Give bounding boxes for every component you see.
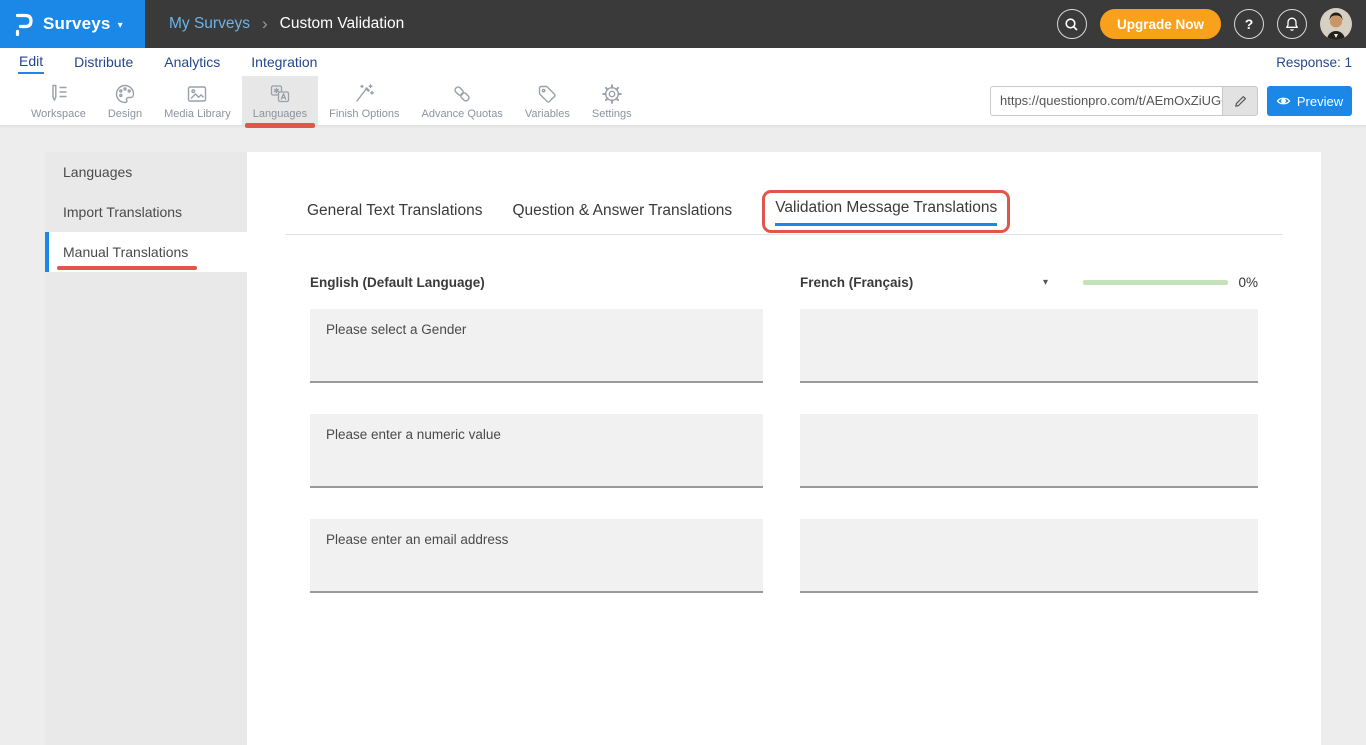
tab-analytics[interactable]: Analytics (163, 52, 221, 73)
upgrade-now-button[interactable]: Upgrade Now (1100, 9, 1221, 39)
translation-tabs: General Text Translations Question & Ans… (307, 190, 1321, 232)
workspace-icon (46, 82, 70, 106)
questionpro-logo-icon (13, 11, 35, 38)
chevron-down-icon: ▾ (118, 20, 123, 31)
toolbar-item-languages[interactable]: Languages (242, 76, 318, 125)
tab-integration[interactable]: Integration (250, 52, 318, 73)
breadcrumb-current-survey: Custom Validation (280, 15, 405, 33)
help-button[interactable]: ? (1234, 9, 1264, 39)
translation-progress-bar (1083, 280, 1228, 285)
edit-url-button[interactable] (1222, 86, 1258, 116)
toolbar-label: Workspace (31, 108, 86, 120)
toolbar-item-finish-options[interactable]: Finish Options (318, 76, 410, 125)
toolbar-label: Languages (253, 108, 307, 120)
toolbar-item-advance-quotas[interactable]: Advance Quotas (410, 76, 513, 125)
toolbar-item-variables[interactable]: Variables (514, 76, 581, 125)
languages-sidebar: Languages Import Translations Manual Tra… (45, 152, 247, 745)
source-text-numeric: Please enter a numeric value (310, 414, 763, 488)
settings-icon (600, 82, 624, 106)
sidebar-item-languages[interactable]: Languages (45, 152, 247, 192)
toolbar-label: Variables (525, 108, 570, 120)
sidebar-item-label: Import Translations (63, 204, 182, 220)
variables-icon (535, 82, 559, 106)
breadcrumb-my-surveys[interactable]: My Surveys (169, 15, 250, 33)
toolbar-label: Design (108, 108, 142, 120)
toolbar-item-media-library[interactable]: Media Library (153, 76, 242, 125)
preview-button[interactable]: Preview (1267, 86, 1352, 116)
search-button[interactable] (1057, 9, 1087, 39)
target-language-header: French (Français) ▾ 0% (800, 275, 1258, 290)
target-language-dropdown[interactable]: French (Français) ▾ (800, 275, 1048, 290)
bell-icon (1284, 16, 1300, 32)
question-mark-icon: ? (1245, 16, 1254, 32)
media-library-icon (185, 82, 209, 106)
notifications-button[interactable] (1277, 9, 1307, 39)
header-actions: Upgrade Now ? (1057, 8, 1366, 40)
translation-row: Please select a Gender (310, 309, 1258, 383)
annotation-underline-manual-translations (57, 266, 197, 270)
product-switcher[interactable]: Surveys ▾ (0, 0, 145, 48)
languages-icon (268, 82, 292, 106)
toolbar-item-settings[interactable]: Settings (581, 76, 643, 125)
tab-edit[interactable]: Edit (18, 51, 44, 74)
toolbar-label: Settings (592, 108, 632, 120)
user-avatar[interactable] (1320, 8, 1352, 40)
translation-progress-percent: 0% (1238, 275, 1258, 290)
page-content: Languages Import Translations Manual Tra… (0, 126, 1366, 745)
toolbar-item-workspace[interactable]: Workspace (20, 76, 97, 125)
toolbar-item-design[interactable]: Design (97, 76, 153, 125)
sidebar-item-label: Languages (63, 164, 132, 180)
pencil-icon (1233, 94, 1248, 109)
language-header-row: English (Default Language) French (Franç… (310, 273, 1258, 291)
toolbar-label: Finish Options (329, 108, 399, 120)
eye-icon (1276, 95, 1291, 107)
active-tab-underline (775, 223, 997, 226)
target-text-numeric-input[interactable] (800, 414, 1258, 488)
tab-label: Validation Message Translations (775, 199, 997, 216)
avatar-photo (1320, 8, 1352, 40)
chevron-down-icon: ▾ (1043, 277, 1048, 288)
translations-panel: General Text Translations Question & Ans… (247, 152, 1321, 745)
sidebar-item-import-translations[interactable]: Import Translations (45, 192, 247, 232)
preview-label: Preview (1297, 94, 1343, 109)
design-icon (113, 82, 137, 106)
translation-columns: English (Default Language) French (Franç… (247, 273, 1321, 593)
survey-nav: Edit Distribute Analytics Integration Re… (0, 48, 1366, 76)
translation-row: Please enter an email address (310, 519, 1258, 593)
advance-quotas-icon (450, 82, 474, 106)
source-text-email: Please enter an email address (310, 519, 763, 593)
breadcrumb-separator-icon: › (262, 14, 268, 34)
product-name: Surveys (43, 14, 111, 34)
app-header: Surveys ▾ My Surveys › Custom Validation… (0, 0, 1366, 48)
tabs-divider (285, 234, 1283, 235)
toolbar-label: Advance Quotas (421, 108, 502, 120)
response-count[interactable]: Response: 1 (1276, 55, 1352, 70)
target-text-email-input[interactable] (800, 519, 1258, 593)
edit-toolbar: Workspace Design Media Library Languages… (0, 76, 1366, 126)
survey-url-field[interactable]: https://questionpro.com/t/AEmOxZiUGC (990, 86, 1222, 116)
translation-row: Please enter a numeric value (310, 414, 1258, 488)
target-text-gender-input[interactable] (800, 309, 1258, 383)
finish-options-icon (352, 82, 376, 106)
sidebar-item-manual-translations[interactable]: Manual Translations (45, 232, 247, 272)
target-language-label: French (Français) (800, 275, 913, 290)
tab-general-text-translations[interactable]: General Text Translations (307, 202, 482, 220)
source-language-label: English (Default Language) (310, 275, 763, 290)
tab-validation-message-translations-annotated[interactable]: Validation Message Translations (762, 190, 1010, 233)
tab-question-answer-translations[interactable]: Question & Answer Translations (512, 202, 732, 220)
sidebar-item-label: Manual Translations (63, 244, 188, 260)
source-text-gender: Please select a Gender (310, 309, 763, 383)
survey-url-control: https://questionpro.com/t/AEmOxZiUGC (990, 86, 1258, 116)
search-icon (1064, 17, 1079, 32)
toolbar-label: Media Library (164, 108, 231, 120)
tab-distribute[interactable]: Distribute (73, 52, 134, 73)
breadcrumb: My Surveys › Custom Validation (169, 14, 404, 34)
